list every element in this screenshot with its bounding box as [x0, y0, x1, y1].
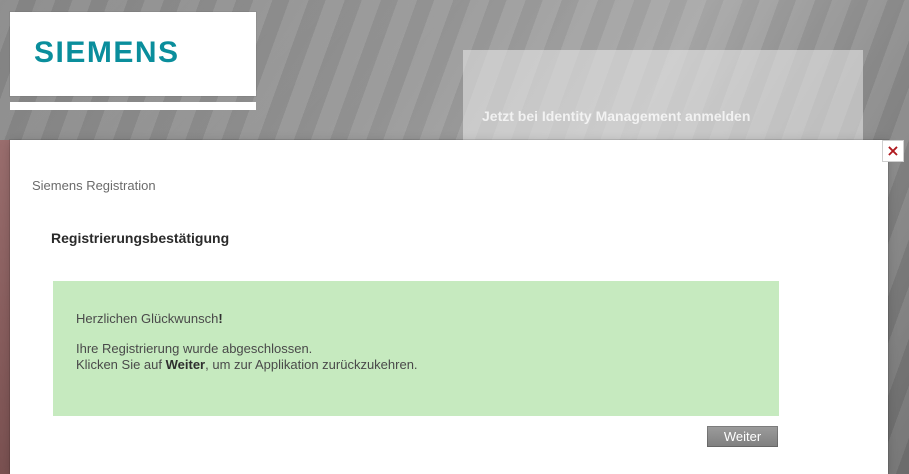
close-button[interactable]: × [882, 140, 904, 162]
background-left-accent [0, 140, 10, 474]
siemens-logo-box: SIEMENS [10, 12, 256, 96]
registration-modal: × Siemens Registration Registrierungsbes… [10, 140, 904, 474]
success-gap [76, 327, 759, 341]
login-teaser-panel [463, 50, 863, 142]
success-message-box: Herzlichen Glückwunsch! Ihre Registrieru… [53, 281, 779, 416]
modal-title: Siemens Registration [32, 178, 156, 193]
weiter-button[interactable]: Weiter [707, 426, 778, 447]
success-line-3: Klicken Sie auf Weiter, um zur Applikati… [76, 357, 759, 373]
success-line-1-suffix: ! [218, 311, 223, 326]
success-line-2: Ihre Registrierung wurde abgeschlossen. [76, 341, 313, 356]
siemens-logo: SIEMENS [34, 36, 180, 69]
success-line-3-prefix: Klicken Sie auf [76, 357, 166, 372]
success-line-1: Herzlichen Glückwunsch! [76, 311, 759, 327]
success-line-3-bold: Weiter [165, 357, 206, 372]
close-icon[interactable]: × [886, 143, 899, 159]
page: SIEMENS Jetzt bei Identity Management an… [0, 0, 909, 474]
success-line-1-prefix: Herzlichen Glückwunsch [76, 311, 219, 326]
logo-underline [10, 102, 256, 110]
confirmation-heading: Registrierungsbestätigung [51, 230, 230, 246]
login-teaser-text: Jetzt bei Identity Management anmelden [482, 108, 751, 124]
success-line-3-suffix: , um zur Applikation zurückzukehren. [205, 357, 418, 372]
